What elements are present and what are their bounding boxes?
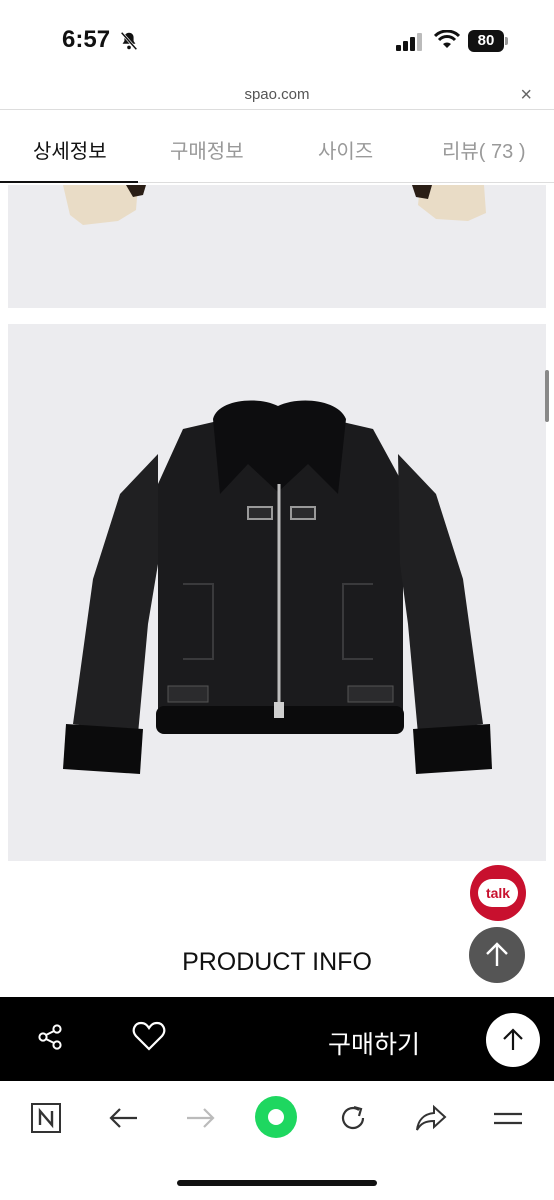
tab-detail[interactable]: 상세정보 bbox=[33, 135, 107, 164]
close-icon[interactable]: × bbox=[520, 84, 532, 107]
url-text[interactable]: spao.com bbox=[0, 86, 554, 103]
refresh-icon[interactable] bbox=[336, 1101, 370, 1135]
arrow-up-icon bbox=[503, 1028, 523, 1050]
naver-green-dot-icon[interactable] bbox=[254, 1095, 298, 1139]
tab-review[interactable]: 리뷰( 73 ) bbox=[442, 135, 525, 164]
signal-icon bbox=[396, 33, 422, 51]
battery-level: 80 bbox=[468, 30, 504, 52]
heart-icon[interactable] bbox=[132, 1021, 166, 1051]
detail-tabs: 상세정보 구매정보 사이즈 리뷰( 73 ) bbox=[0, 111, 554, 183]
tab-size[interactable]: 사이즈 bbox=[318, 135, 373, 164]
purchase-bar: 구매하기 bbox=[0, 997, 554, 1081]
active-tab-indicator bbox=[0, 181, 138, 183]
wifi-icon bbox=[434, 30, 460, 48]
page-scrollbar[interactable] bbox=[545, 370, 549, 422]
back-arrow-icon[interactable] bbox=[106, 1101, 140, 1135]
naver-home-icon[interactable] bbox=[29, 1101, 63, 1135]
status-time: 6:57 bbox=[62, 26, 111, 53]
talk-label: talk bbox=[478, 879, 518, 907]
battery-icon: 80 bbox=[468, 30, 508, 52]
bell-slash-icon bbox=[120, 31, 138, 51]
forward-arrow-icon[interactable] bbox=[184, 1101, 218, 1135]
product-image-partial bbox=[8, 185, 546, 308]
home-indicator bbox=[177, 1180, 377, 1186]
product-image-jacket bbox=[8, 324, 546, 861]
talk-chat-button[interactable]: talk bbox=[470, 865, 526, 921]
section-title: PRODUCT INFO bbox=[182, 948, 372, 976]
share-arrow-icon[interactable] bbox=[414, 1101, 448, 1135]
status-bar: 6:57 80 bbox=[0, 0, 554, 80]
browser-url-bar[interactable]: spao.com × bbox=[0, 80, 554, 110]
buy-button[interactable]: 구매하기 bbox=[328, 1025, 420, 1061]
menu-icon[interactable] bbox=[491, 1101, 525, 1135]
share-icon[interactable] bbox=[36, 1023, 64, 1051]
scroll-top-white-button[interactable] bbox=[486, 1013, 540, 1067]
tab-purchase-info[interactable]: 구매정보 bbox=[170, 135, 244, 164]
